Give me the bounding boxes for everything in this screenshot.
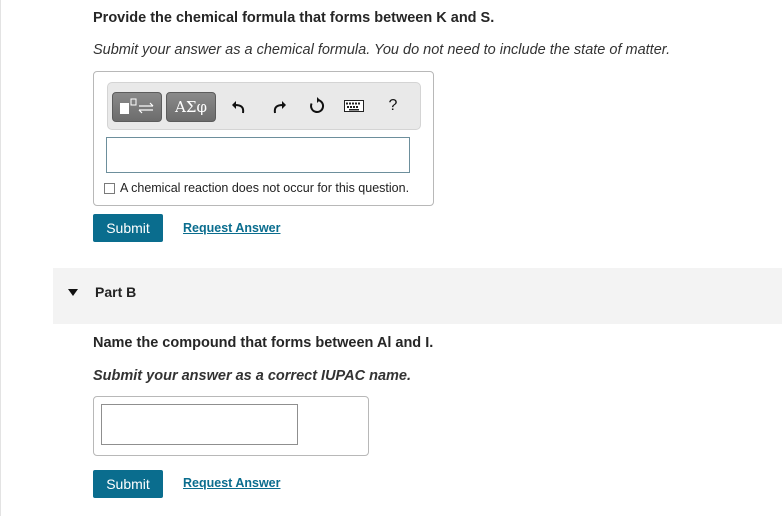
part-b-request-answer-link[interactable]: Request Answer	[183, 476, 280, 490]
help-button[interactable]: ?	[384, 92, 402, 120]
undo-button[interactable]	[228, 92, 250, 120]
no-reaction-checkbox[interactable]	[104, 182, 115, 194]
part-b-answer-input[interactable]	[101, 404, 298, 445]
undo-icon	[232, 101, 245, 114]
part-a-question: Provide the chemical formula that forms …	[93, 10, 495, 26]
templates-icon	[120, 98, 154, 114]
collapse-caret-icon[interactable]	[68, 289, 78, 296]
greek-letters-button[interactable]: ΑΣφ	[166, 92, 216, 122]
part-a-answer-input[interactable]	[106, 137, 410, 173]
part-a-request-answer-link[interactable]: Request Answer	[183, 221, 280, 235]
part-a-instruction: Submit your answer as a chemical formula…	[93, 42, 671, 58]
templates-button[interactable]	[112, 92, 162, 122]
no-reaction-label: A chemical reaction does not occur for t…	[120, 181, 410, 195]
part-b-instruction: Submit your answer as a correct IUPAC na…	[93, 368, 412, 384]
part-a-submit-button[interactable]: Submit	[93, 214, 163, 242]
redo-icon	[273, 101, 286, 114]
reset-button[interactable]	[306, 92, 328, 120]
part-b-title: Part B	[95, 284, 137, 300]
redo-button[interactable]	[268, 92, 290, 120]
no-reaction-option: A chemical reaction does not occur for t…	[104, 181, 409, 195]
greek-label: ΑΣφ	[175, 98, 207, 116]
part-b-submit-button[interactable]: Submit	[93, 470, 163, 498]
part-b-header[interactable]: Part B	[53, 268, 782, 324]
help-icon: ?	[388, 97, 398, 114]
part-b-question: Name the compound that forms between Al …	[93, 335, 434, 351]
math-toolbar: ΑΣφ ?	[107, 82, 421, 130]
left-border	[0, 0, 1, 516]
keyboard-button[interactable]	[342, 92, 366, 120]
reset-icon	[310, 97, 325, 113]
keyboard-icon	[344, 100, 364, 112]
